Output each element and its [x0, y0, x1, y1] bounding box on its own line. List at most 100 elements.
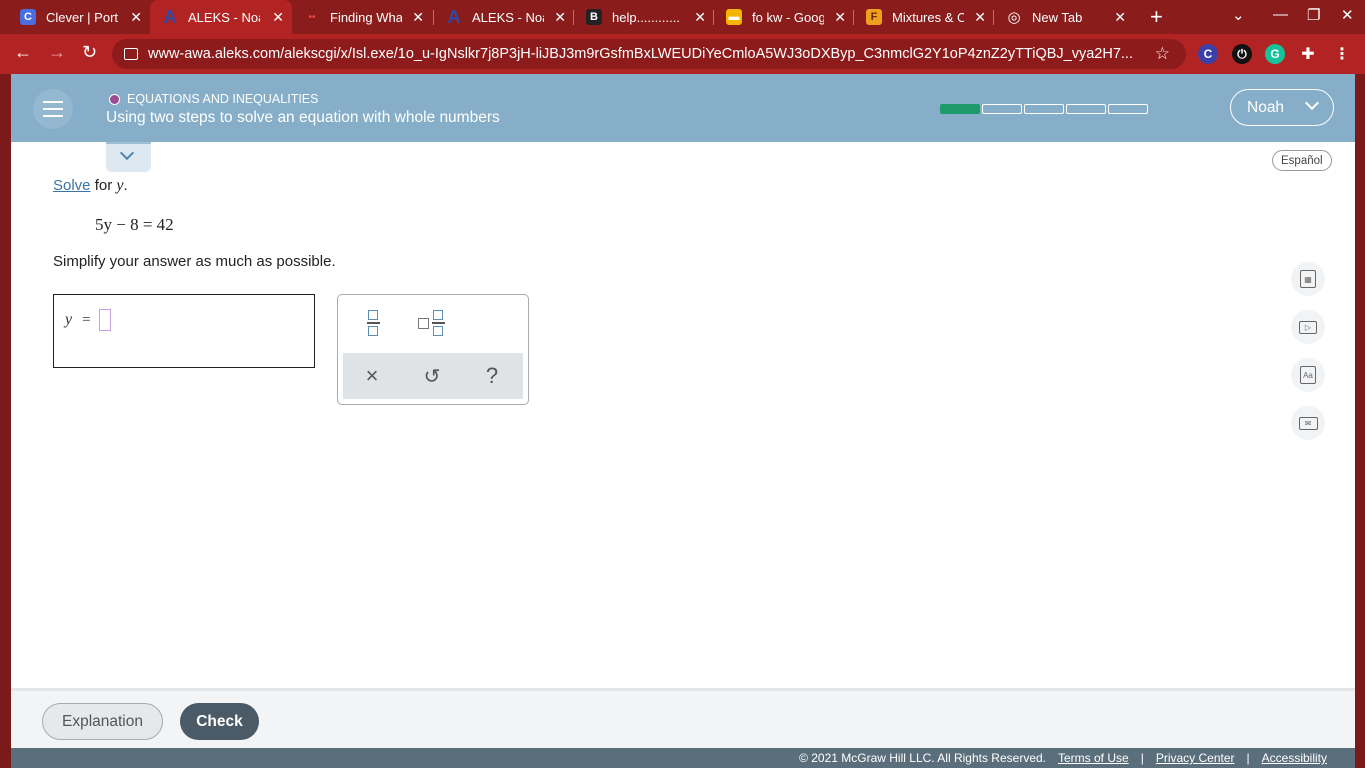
site-icon: F [866, 9, 882, 25]
clever-icon: C [20, 9, 36, 25]
progress-segment [1066, 104, 1106, 114]
progress-bar [940, 104, 1148, 114]
minimize-icon[interactable]: — [1273, 6, 1288, 23]
aleks-page: EQUATIONS AND INEQUALITIES Using two ste… [11, 74, 1355, 768]
site-info-icon[interactable] [124, 48, 138, 60]
new-tab-icon[interactable]: + [1150, 4, 1163, 30]
menu-kebab-icon[interactable]: ⋮ [1332, 44, 1352, 64]
close-icon[interactable]: ✕ [974, 9, 986, 26]
topic-dot-icon [109, 93, 120, 105]
help-icon[interactable]: ? [477, 361, 507, 391]
tab-title: fo kw - Googl [752, 9, 824, 25]
progress-segment [1024, 104, 1064, 114]
dictionary-icon[interactable]: Aa [1291, 358, 1325, 392]
extension-c-icon[interactable]: C [1198, 44, 1218, 64]
close-icon[interactable]: ✕ [694, 9, 706, 26]
tab-title: New Tab [1032, 9, 1083, 25]
instruction: Simplify your answer as much as possible… [53, 253, 336, 270]
close-icon[interactable]: ✕ [1114, 9, 1126, 26]
address-toolbar: ← → ↻ www-awa.aleks.com/alekscgi/x/Isl.e… [0, 34, 1365, 74]
explanation-button[interactable]: Explanation [42, 703, 163, 740]
power-extension-icon[interactable]: ⏻ [1232, 44, 1252, 64]
progress-segment [1108, 104, 1148, 114]
tab-search-icon[interactable]: ⌄ [1232, 6, 1245, 24]
mixed-number-icon[interactable] [414, 307, 448, 339]
equation: 5y − 8 = 42 [95, 215, 174, 234]
undo-icon[interactable]: ↺ [417, 361, 447, 391]
math-keypad: × ↺ ? [337, 294, 529, 405]
chrome-icon: ◎ [1007, 9, 1021, 26]
close-window-icon[interactable]: ✕ [1341, 6, 1354, 24]
tab-new-tab[interactable]: ◎ New Tab ✕ [994, 0, 1134, 34]
action-bar: Explanation Check [11, 688, 1355, 748]
close-icon[interactable]: ✕ [554, 9, 566, 26]
fraction-icon[interactable] [358, 307, 388, 339]
answer-variable: y [65, 311, 73, 328]
site-icon: •• [308, 11, 316, 23]
category-label: EQUATIONS AND INEQUALITIES [127, 92, 319, 106]
close-icon[interactable]: ✕ [272, 9, 284, 26]
solve-link[interactable]: Solve [53, 177, 91, 194]
answer-input[interactable] [98, 309, 111, 331]
footer: © 2021 McGraw Hill LLC. All Rights Reser… [11, 748, 1355, 768]
chevron-down-icon [1304, 95, 1320, 111]
tab-title: ALEKS - Noa [188, 9, 260, 25]
tab-finding-what[interactable]: •• Finding What ✕ [292, 0, 432, 34]
tab-title: Clever | Porta [46, 9, 118, 25]
brainly-icon: B [586, 9, 602, 25]
equals-sign: = [82, 311, 91, 328]
variable: y [116, 177, 124, 194]
slides-icon: ▬ [726, 9, 742, 25]
reload-icon[interactable]: ↻ [82, 42, 97, 63]
answer-line: y = [65, 309, 111, 331]
topic-title: Using two steps to solve an equation wit… [106, 109, 500, 126]
bookmark-star-icon[interactable]: ☆ [1155, 44, 1170, 64]
check-button[interactable]: Check [180, 703, 259, 740]
grammarly-icon[interactable]: G [1265, 44, 1285, 64]
aleks-icon: A [447, 6, 461, 27]
tab-title: ALEKS - Noa [472, 9, 544, 25]
restore-icon[interactable]: ❐ [1307, 6, 1320, 24]
tab-title: Finding What [330, 9, 402, 25]
language-button[interactable]: Español [1272, 150, 1332, 171]
tab-brainly[interactable]: B help............ ✕ [574, 0, 714, 34]
privacy-link[interactable]: Privacy Center [1156, 751, 1235, 765]
tab-title: Mixtures & C [892, 9, 964, 25]
prompt-period: . [123, 177, 128, 194]
accessibility-link[interactable]: Accessibility [1262, 751, 1327, 765]
clear-icon[interactable]: × [357, 361, 387, 391]
user-menu-button[interactable]: Noah [1230, 89, 1334, 126]
close-icon[interactable]: ✕ [130, 9, 142, 26]
topic-category: EQUATIONS AND INEQUALITIES [109, 92, 318, 106]
tab-strip: C Clever | Porta ✕ A ALEKS - Noa ✕ •• Fi… [0, 0, 1365, 34]
puzzle-icon[interactable]: ✚ [1298, 44, 1318, 64]
menu-icon[interactable] [33, 89, 73, 129]
forward-icon[interactable]: → [48, 42, 66, 63]
mail-icon[interactable]: ✉ [1291, 406, 1325, 440]
problem-prompt: Solve for y. [53, 177, 128, 195]
tab-aleks[interactable]: A ALEKS - Noa ✕ [434, 0, 574, 34]
aleks-icon: A [163, 6, 177, 27]
user-name: Noah [1247, 98, 1285, 116]
url-text: www-awa.aleks.com/alekscgi/x/Isl.exe/1o_… [148, 46, 1133, 62]
prompt-text: for [94, 177, 113, 194]
topic-header: EQUATIONS AND INEQUALITIES Using two ste… [11, 74, 1355, 142]
terms-link[interactable]: Terms of Use [1058, 751, 1129, 765]
progress-segment [940, 104, 980, 114]
chevron-down-icon [119, 145, 135, 161]
url-bar[interactable]: www-awa.aleks.com/alekscgi/x/Isl.exe/1o_… [112, 39, 1186, 69]
close-icon[interactable]: ✕ [834, 9, 846, 26]
calculator-icon[interactable]: ▦ [1291, 262, 1325, 296]
tab-title: help............ [612, 9, 680, 25]
tab-mixtures[interactable]: F Mixtures & C ✕ [854, 0, 994, 34]
tab-aleks-active[interactable]: A ALEKS - Noa ✕ [150, 0, 292, 34]
copyright: © 2021 McGraw Hill LLC. All Rights Reser… [799, 751, 1046, 765]
tab-google-slides[interactable]: ▬ fo kw - Googl ✕ [714, 0, 854, 34]
back-icon[interactable]: ← [14, 42, 32, 63]
collapse-toggle[interactable] [106, 142, 151, 172]
answer-box[interactable]: y = [53, 294, 315, 368]
close-icon[interactable]: ✕ [412, 9, 424, 26]
video-icon[interactable]: ▷ [1291, 310, 1325, 344]
tab-clever[interactable]: C Clever | Porta ✕ [8, 0, 150, 34]
progress-segment [982, 104, 1022, 114]
